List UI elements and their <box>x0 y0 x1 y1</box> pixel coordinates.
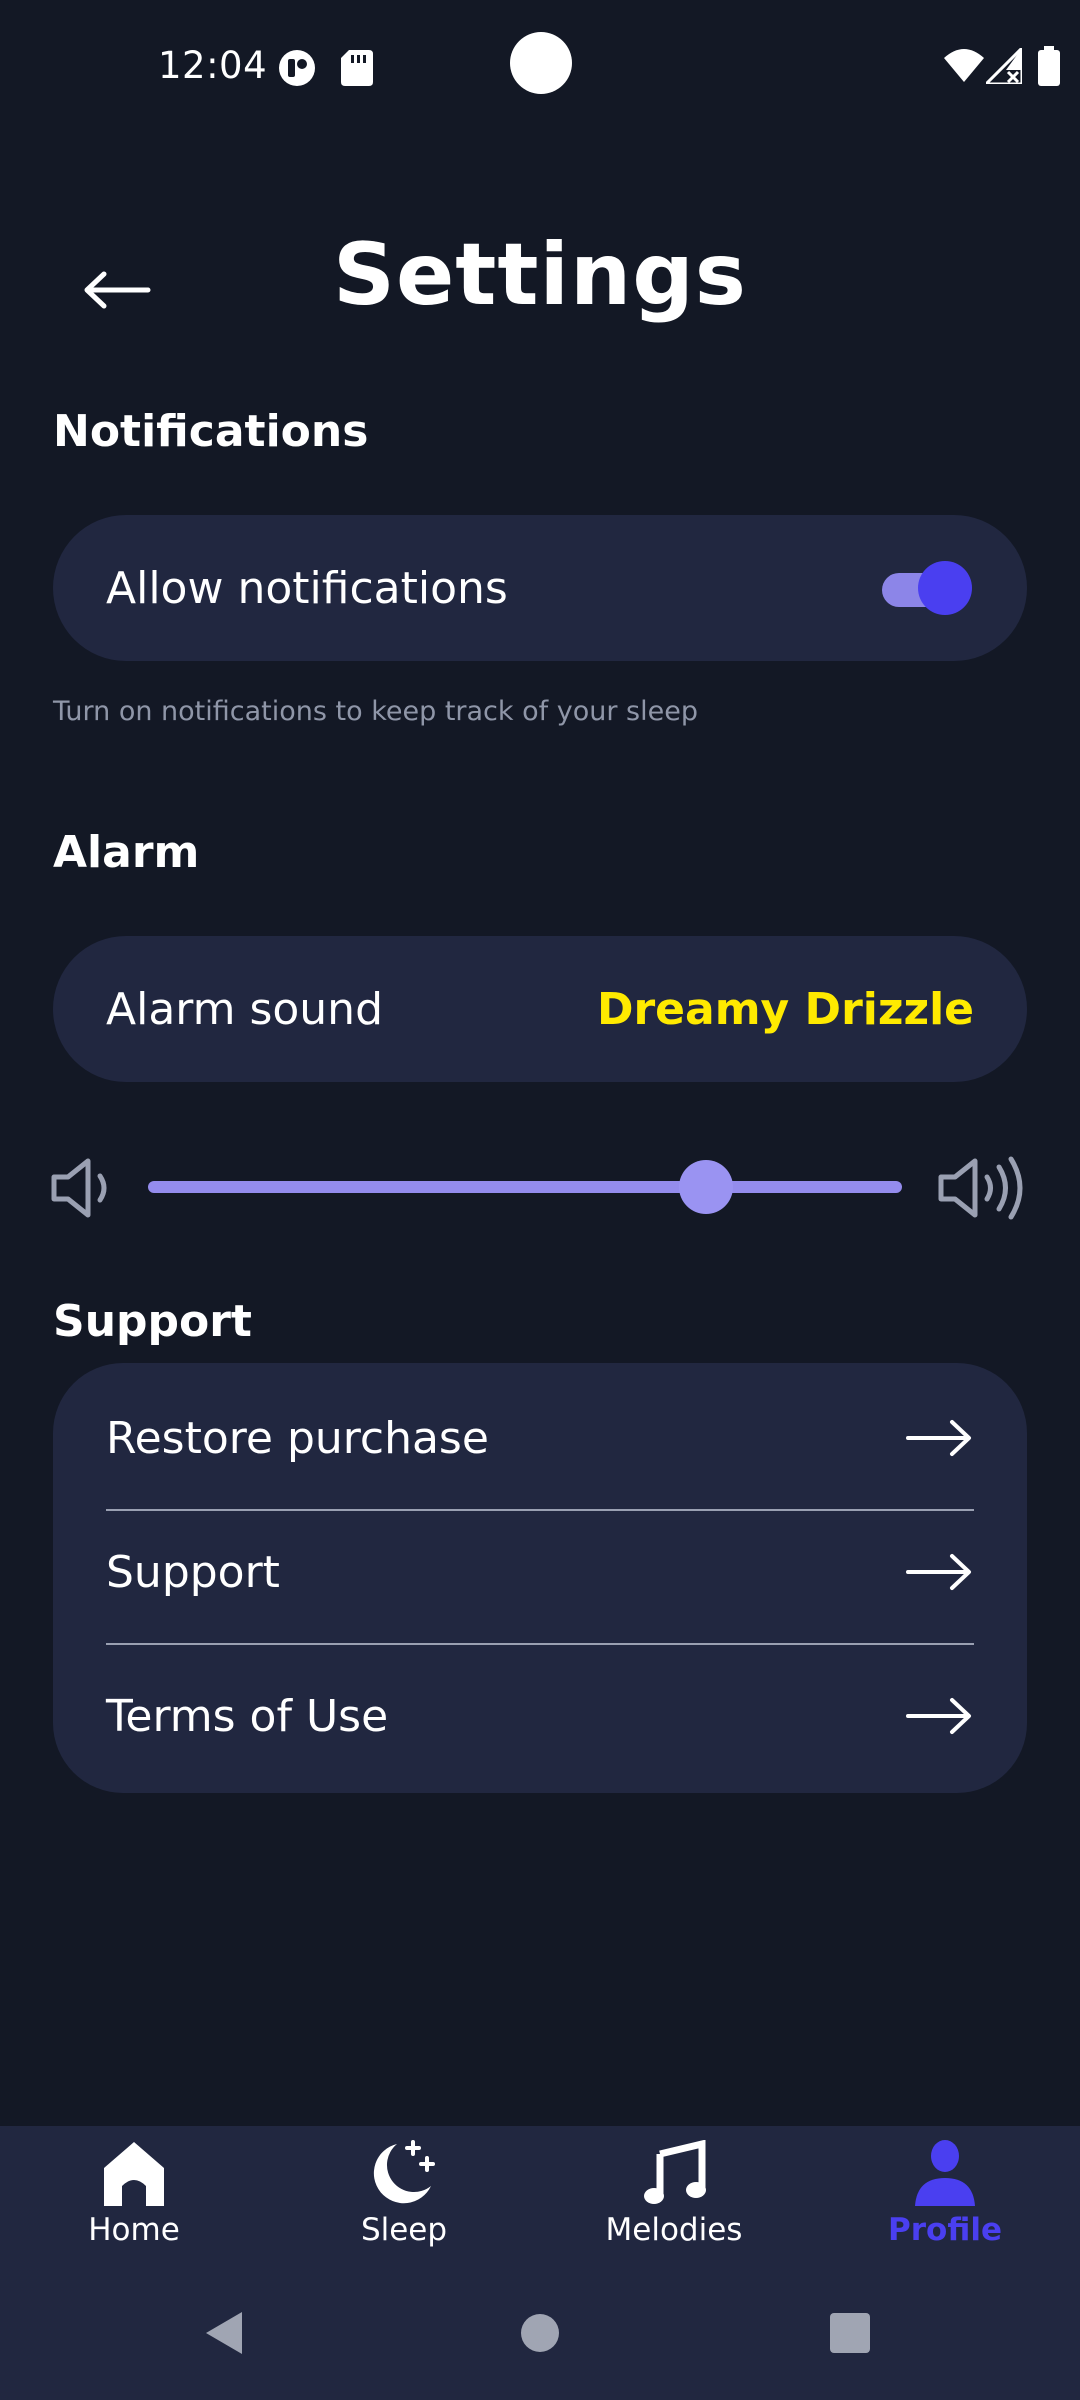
system-back-icon[interactable] <box>204 2310 244 2356</box>
system-home-icon[interactable] <box>520 2313 560 2353</box>
terms-of-use-label: Terms of Use <box>106 1690 389 1742</box>
terms-of-use-row[interactable]: Terms of Use <box>106 1661 974 1771</box>
cell-signal-icon <box>986 48 1022 84</box>
sd-card-icon <box>341 50 373 86</box>
system-recents-icon[interactable] <box>830 2313 870 2353</box>
nav-profile[interactable]: Profile <box>845 2140 1045 2248</box>
page-title: Settings <box>333 225 747 325</box>
support-label: Support <box>106 1546 280 1598</box>
nav-home-label: Home <box>88 2212 180 2248</box>
restore-purchase-label: Restore purchase <box>106 1412 489 1464</box>
restore-purchase-row[interactable]: Restore purchase <box>106 1383 974 1493</box>
toggle-thumb <box>918 561 972 615</box>
alarm-sound-value: Dreamy Drizzle <box>596 983 974 1035</box>
wifi-icon <box>944 49 984 82</box>
nav-home[interactable]: Home <box>34 2140 234 2248</box>
nav-melodies-label: Melodies <box>605 2212 743 2248</box>
nav-melodies[interactable]: Melodies <box>574 2140 774 2248</box>
volume-high-icon <box>938 1156 1023 1220</box>
arrow-right-icon <box>906 1698 971 1734</box>
alarm-sound-label: Alarm sound <box>106 983 383 1035</box>
allow-notifications-row: Allow notifications <box>53 515 1027 661</box>
nav-sleep-label: Sleep <box>360 2212 448 2248</box>
volume-slider-thumb[interactable] <box>678 1160 733 1214</box>
divider <box>106 1509 974 1511</box>
arrow-right-icon <box>906 1554 971 1590</box>
volume-slider-track[interactable] <box>148 1181 902 1193</box>
person-icon <box>915 2140 975 2206</box>
support-card: Restore purchase Support Terms of Use <box>53 1363 1027 1793</box>
nav-profile-label: Profile <box>888 2212 1002 2248</box>
status-time: 12:04 <box>158 44 268 87</box>
support-row[interactable]: Support <box>106 1517 974 1627</box>
allow-notifications-label: Allow notifications <box>106 562 508 614</box>
music-note-icon <box>644 2140 706 2204</box>
allow-notifications-toggle[interactable] <box>882 561 974 615</box>
alarm-sound-row[interactable]: Alarm sound Dreamy Drizzle <box>53 936 1027 1082</box>
moon-stars-icon <box>373 2140 435 2204</box>
battery-icon <box>1038 46 1060 86</box>
home-icon <box>104 2142 164 2206</box>
notifications-hint: Turn on notifications to keep track of y… <box>53 696 698 727</box>
app-notification-icon <box>279 50 315 86</box>
volume-low-icon <box>51 1158 107 1218</box>
divider <box>106 1643 974 1645</box>
alarm-section-title: Alarm <box>53 827 200 878</box>
camera-cutout <box>510 32 572 94</box>
nav-sleep[interactable]: Sleep <box>304 2140 504 2248</box>
notifications-section-title: Notifications <box>53 406 369 457</box>
support-section-title: Support <box>53 1296 252 1347</box>
arrow-right-icon <box>906 1420 971 1456</box>
